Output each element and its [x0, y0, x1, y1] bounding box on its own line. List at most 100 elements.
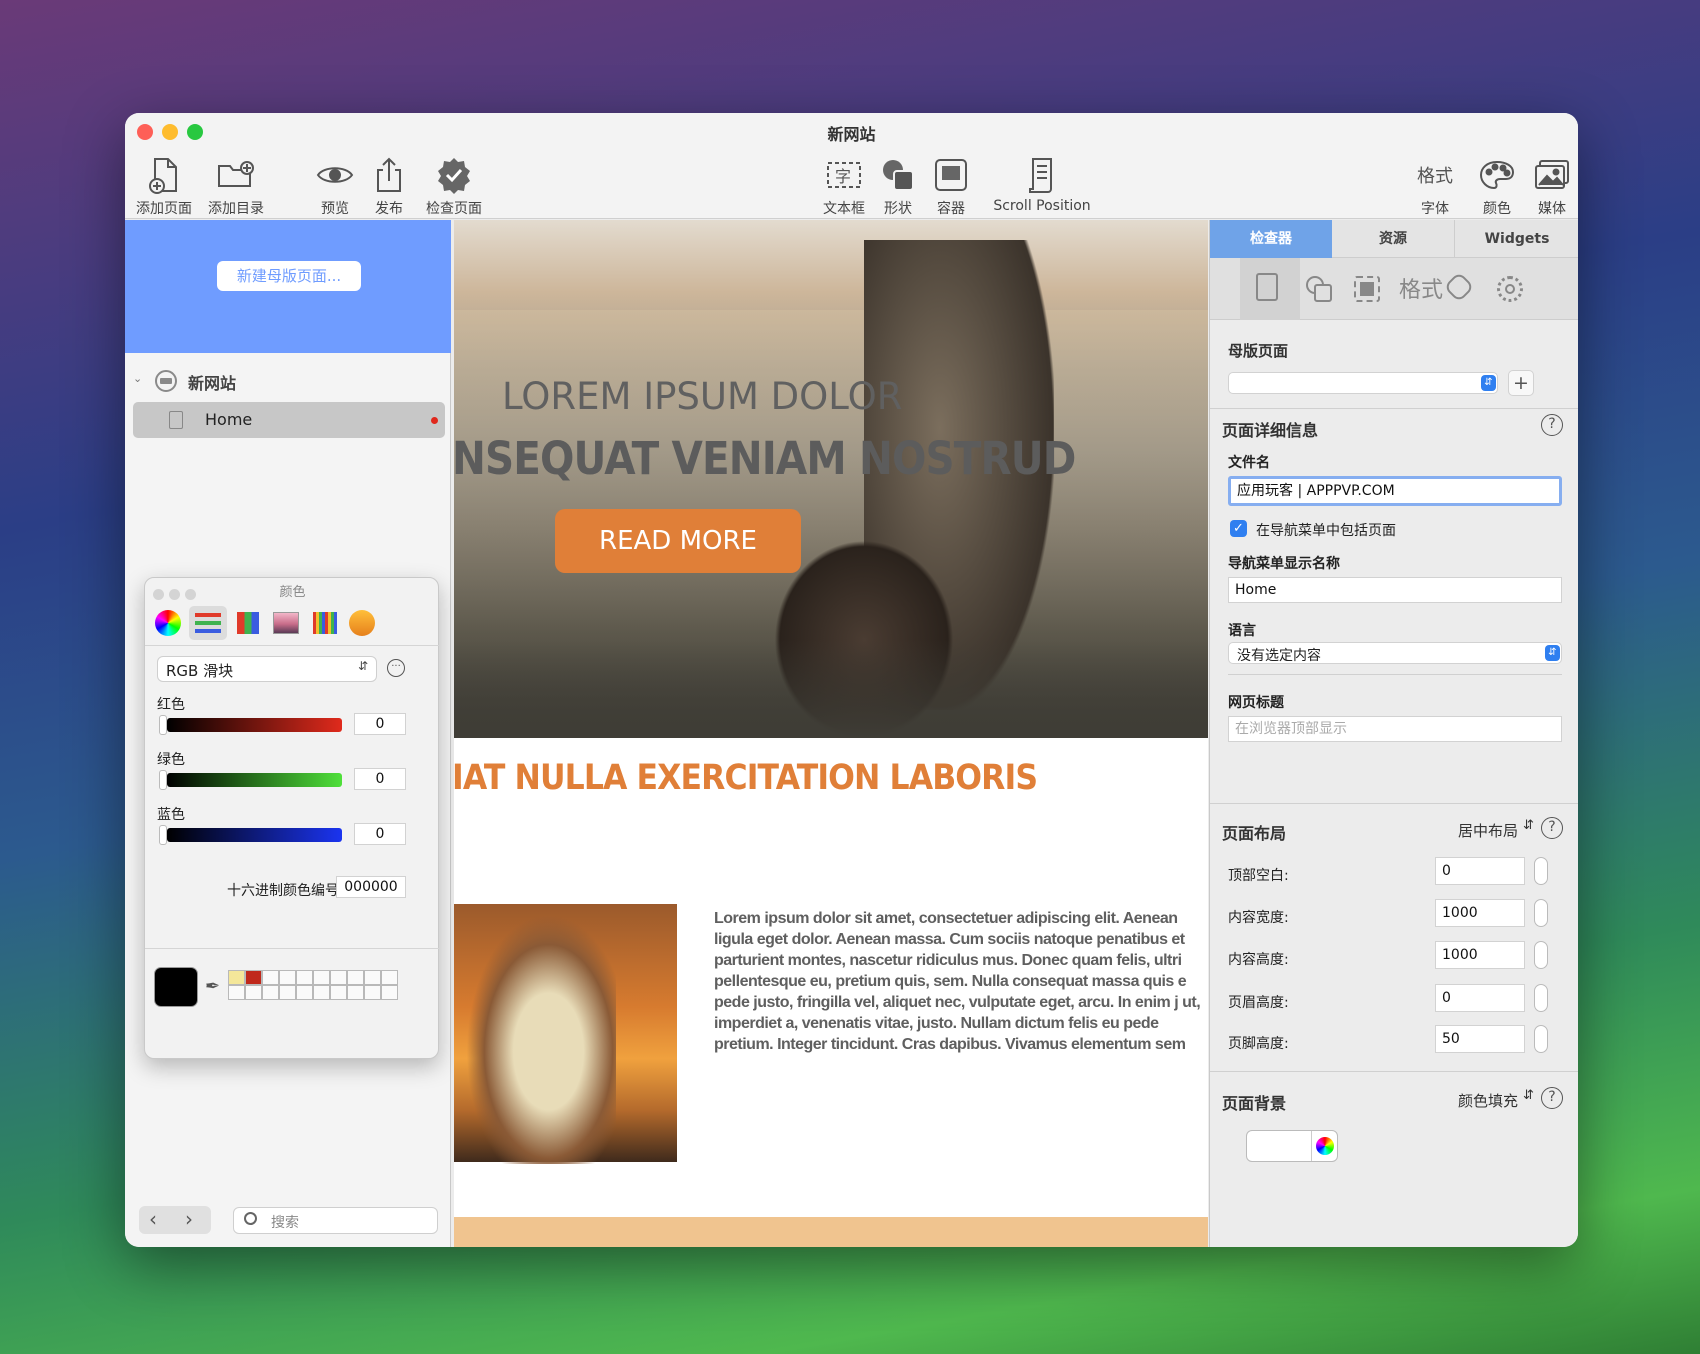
media-button[interactable]: 媒体 [1532, 153, 1572, 218]
toolbar: 新网站 添加页面 添加目录 预览 发布 检查页面 字 文本框 形状 容器 Scr… [125, 113, 1578, 219]
blue-slider-thumb[interactable] [159, 825, 167, 845]
chevron-updown-icon[interactable]: ⇵ [1523, 818, 1534, 833]
color-wheel-icon[interactable] [1316, 1137, 1334, 1155]
read-more-button[interactable]: READ MORE [555, 509, 801, 573]
sidebar: 新建母版页面... ⌄ 新网站 Home 颜色 RGB 滑块 ⇵ ··· 红色 … [125, 220, 451, 1247]
red-value-field[interactable]: 0 [354, 713, 406, 735]
page-canvas[interactable]: LOREM IPSUM DOLOR NSEQUAT VENIAM NOSTRUD… [454, 220, 1208, 1247]
tab-widgets[interactable]: Widgets [1455, 220, 1578, 258]
green-slider-thumb[interactable] [159, 770, 167, 790]
inspector-icon-row: 格式 [1210, 258, 1578, 320]
red-slider[interactable] [167, 718, 342, 732]
page-details-heading: 页面详细信息 [1222, 421, 1319, 440]
add-folder-button[interactable]: 添加目录 [204, 153, 268, 218]
master-page-select[interactable]: ⇵ [1228, 372, 1498, 394]
blue-slider[interactable] [167, 828, 342, 842]
header-height-stepper[interactable] [1534, 984, 1548, 1012]
pencils-icon[interactable] [349, 610, 375, 636]
hex-value-field[interactable]: 000000 [336, 876, 406, 898]
image-palette-icon[interactable] [273, 612, 299, 634]
language-select[interactable]: 没有选定内容 ⇵ [1228, 642, 1562, 664]
nav-name-input[interactable]: Home [1228, 577, 1562, 603]
content-width-stepper[interactable] [1534, 899, 1548, 927]
help-icon[interactable]: ? [1541, 817, 1563, 839]
scroll-position-button[interactable]: Scroll Position [987, 153, 1097, 214]
more-options-icon[interactable]: ··· [387, 659, 405, 677]
content-height-label: 内容高度: [1228, 952, 1289, 968]
include-nav-checkbox[interactable]: ✓ [1230, 520, 1247, 537]
content-height-input[interactable]: 1000 [1435, 941, 1525, 969]
body-paragraph: Lorem ipsum dolor sit amet, consectetuer… [714, 910, 1201, 1053]
font-button[interactable]: 格式 字体 [1415, 153, 1455, 218]
green-slider[interactable] [167, 773, 342, 787]
shapes-button[interactable]: 形状 [876, 153, 920, 218]
content-width-input[interactable]: 1000 [1435, 899, 1525, 927]
header-height-label: 页眉高度: [1228, 995, 1289, 1011]
help-icon[interactable]: ? [1541, 1087, 1563, 1109]
shape-settings-icon[interactable] [1306, 276, 1332, 302]
sliders-tab-icon[interactable] [189, 606, 227, 640]
chevron-down-icon[interactable]: ⌄ [133, 372, 142, 385]
tab-resources[interactable]: 资源 [1332, 220, 1455, 258]
footer-height-input[interactable]: 50 [1435, 1025, 1525, 1053]
container-settings-icon[interactable] [1354, 276, 1380, 302]
tab-inspector[interactable]: 检查器 [1210, 220, 1332, 258]
new-master-page-button[interactable]: 新建母版页面... [217, 261, 361, 291]
red-slider-thumb[interactable] [159, 715, 167, 735]
gear-icon[interactable] [1497, 276, 1523, 302]
site-node[interactable]: ⌄ 新网站 [125, 362, 451, 402]
page-item-home[interactable]: Home [133, 402, 445, 438]
color-mode-select[interactable]: RGB 滑块 ⇵ [157, 656, 377, 682]
swatch[interactable] [245, 970, 262, 985]
top-margin-stepper[interactable] [1534, 857, 1548, 885]
current-color-well[interactable] [154, 967, 198, 1007]
swatch[interactable] [228, 970, 245, 985]
add-page-button[interactable]: 添加页面 [135, 153, 193, 218]
publish-button[interactable]: 发布 [369, 153, 409, 218]
check-page-button[interactable]: 检查页面 [422, 153, 486, 218]
palettes-icon[interactable] [237, 612, 259, 634]
background-type-select[interactable]: 颜色填充 [1458, 1090, 1518, 1111]
master-page-label: 母版页面 [1228, 342, 1289, 360]
chevron-updown-icon: ⇵ [1545, 645, 1560, 661]
container-button[interactable]: 容器 [929, 153, 973, 218]
help-icon[interactable]: ? [1541, 414, 1563, 436]
color-wheel-icon[interactable] [155, 610, 181, 636]
site-icon [155, 370, 177, 392]
hero-subtitle: NSEQUAT VENIAM NOSTRUD [454, 432, 1076, 485]
green-value-field[interactable]: 0 [354, 768, 406, 790]
footer-band [454, 1217, 1208, 1247]
forward-icon[interactable]: › [185, 1207, 193, 1231]
content-height-stepper[interactable] [1534, 941, 1548, 969]
top-margin-label: 顶部空白: [1228, 868, 1289, 884]
language-label: 语言 [1228, 623, 1256, 639]
shapes-icon [876, 153, 920, 197]
swatch-grid[interactable] [228, 970, 410, 1000]
search-input[interactable]: 搜索 [233, 1207, 438, 1234]
preview-button[interactable]: 预览 [312, 153, 358, 218]
format-settings-icon[interactable]: 格式 [1399, 272, 1443, 304]
webtitle-input[interactable]: 在浏览器顶部显示 [1228, 716, 1562, 742]
textbox-button[interactable]: 字 文本框 [819, 153, 869, 218]
color-button[interactable]: 颜色 [1477, 153, 1517, 218]
hex-label: 十六进制颜色编号 [227, 883, 339, 899]
eyedropper-icon[interactable]: ✒ [205, 976, 220, 997]
layout-select[interactable]: 居中布局 [1458, 820, 1518, 841]
blue-value-field[interactable]: 0 [354, 823, 406, 845]
footer-height-label: 页脚高度: [1228, 1036, 1289, 1052]
back-icon[interactable]: ‹ [149, 1207, 157, 1231]
color-mode-tabs [145, 604, 440, 646]
header-height-input[interactable]: 0 [1435, 984, 1525, 1012]
blue-label: 蓝色 [157, 807, 185, 823]
crayons-icon[interactable] [313, 612, 337, 634]
link-icon[interactable] [1443, 271, 1475, 303]
top-margin-input[interactable]: 0 [1435, 857, 1525, 885]
page-settings-icon[interactable] [1256, 273, 1278, 301]
footer-height-stepper[interactable] [1534, 1025, 1548, 1053]
add-folder-icon [204, 153, 268, 197]
add-master-icon[interactable]: + [1508, 370, 1534, 396]
filename-input[interactable]: 应用玩客 | APPPVP.COM [1228, 476, 1562, 506]
chevron-updown-icon[interactable]: ⇵ [1523, 1088, 1534, 1103]
background-color-well[interactable] [1246, 1130, 1338, 1162]
site-tree: ⌄ 新网站 Home [125, 362, 451, 438]
